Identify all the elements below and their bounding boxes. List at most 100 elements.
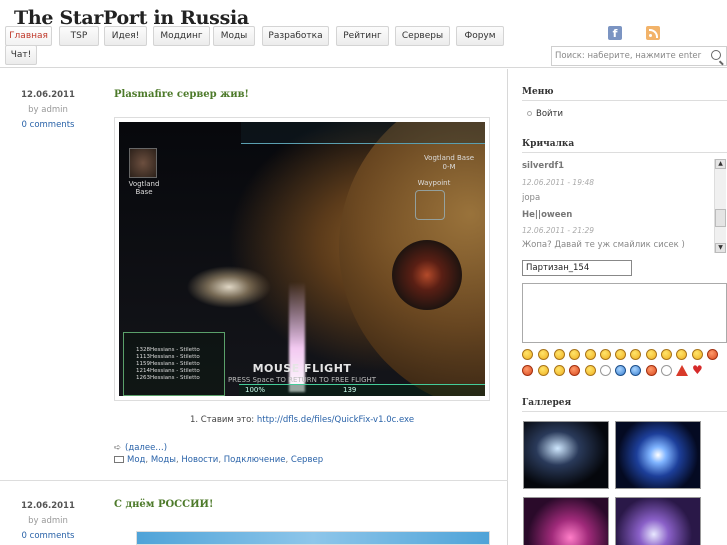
smiley-icon[interactable] [661, 349, 672, 360]
smiley-icon[interactable] [600, 349, 611, 360]
nav-rating[interactable]: Рейтинг [336, 26, 389, 46]
caption-link[interactable]: http://dfls.de/files/QuickFix-v1.0c.exe [257, 415, 414, 425]
read-more-label[interactable]: (далее…) [125, 443, 167, 453]
scroll-thumb[interactable] [715, 209, 726, 227]
mouse-flight-label: MOUSE FLIGHT [252, 362, 352, 375]
info-icon[interactable] [630, 365, 641, 376]
caption-text: 1. Ставим это: [189, 415, 257, 425]
hud-contact: 1328Hessians - Stiletto [136, 347, 200, 353]
hud-speed-percent: 100% [245, 386, 266, 394]
smiley-icon[interactable] [554, 365, 565, 376]
search-box [551, 46, 727, 66]
lightbulb-icon[interactable] [600, 365, 611, 376]
search-icon[interactable] [711, 50, 721, 60]
post-comments-link[interactable]: 0 comments [0, 531, 96, 541]
post-comments-link[interactable]: 0 comments [0, 120, 96, 130]
tag-link[interactable]: Подключение [224, 455, 286, 465]
hud-target-distance: 0-M [442, 163, 456, 171]
read-more[interactable]: ➪ (далее…) [114, 443, 167, 453]
shoutbox-messages: silverdf1 12.06.2011 - 19:48 jopa He||ow… [522, 157, 727, 253]
scroll-down-icon[interactable]: ▼ [715, 243, 726, 253]
smiley-icon[interactable] [585, 349, 596, 360]
shout-author: silverdf1 [522, 161, 565, 171]
gallery-thumbnail[interactable] [615, 421, 701, 489]
question-icon[interactable] [615, 365, 626, 376]
smiley-icon[interactable] [538, 365, 549, 376]
smiley-icon[interactable] [615, 349, 626, 360]
gallery-thumbnail[interactable] [523, 421, 609, 489]
gallery-thumbnail[interactable] [523, 497, 609, 545]
divider [522, 411, 727, 412]
nav-mods[interactable]: Моды [213, 26, 255, 46]
divider [522, 100, 727, 101]
scroll-up-icon[interactable]: ▲ [715, 159, 726, 169]
folder-icon [114, 456, 124, 463]
hud-waypoint: Waypoint [417, 179, 451, 187]
warning-icon[interactable] [676, 365, 688, 376]
gallery-title: Галлерея [522, 398, 572, 408]
post-image[interactable]: Vogtland Base Vogtland Base 0-M Waypoint… [114, 117, 490, 401]
hud-target-label: Vogtland Base [423, 154, 475, 162]
sidebar: Меню Войти Кричалка silverdf1 12.06.2011… [509, 69, 727, 545]
smiley-icon[interactable] [554, 349, 565, 360]
game-screenshot: Vogtland Base Vogtland Base 0-M Waypoint… [119, 122, 485, 396]
smiley-icon[interactable] [692, 349, 703, 360]
post-image[interactable] [136, 531, 490, 545]
nav-home[interactable]: Главная [5, 26, 52, 46]
post-author: by admin [28, 516, 68, 526]
shout-author: He||oween [522, 210, 573, 220]
nav-development[interactable]: Разработка [262, 26, 329, 46]
shoutbox-scrollbar[interactable]: ▲ ▼ [714, 159, 726, 253]
shout-message: Жопа? Давай те уж смайлик сисек ) [522, 240, 685, 250]
header: The StarPort in Russia Главная TSP Идея!… [0, 0, 727, 68]
tag-link[interactable]: Моды [151, 455, 176, 465]
target-reticle [415, 190, 445, 220]
shout-time: 12.06.2011 - 19:48 [522, 178, 595, 187]
gallery-thumbnail[interactable] [615, 497, 701, 545]
smiley-icon[interactable] [585, 365, 596, 376]
post-author: by admin [28, 105, 68, 115]
shoutbox-title: Кричалка [522, 139, 575, 149]
nav-forum[interactable]: Форум [456, 26, 504, 46]
exclamation-icon[interactable] [646, 365, 657, 376]
smiley-icon[interactable] [646, 349, 657, 360]
shout-name-input[interactable] [522, 260, 632, 276]
post-title[interactable]: С днём РОССИИ! [114, 499, 213, 510]
smiley-icon[interactable] [522, 349, 533, 360]
arrow-more-icon: ➪ [114, 443, 122, 453]
post-caption: 1. Ставим это: http://dfls.de/files/Quic… [114, 415, 490, 425]
nav-servers[interactable]: Серверы [395, 26, 450, 46]
base-portrait [129, 148, 157, 178]
nav-modding[interactable]: Моддинг [153, 26, 210, 46]
smiley-icon[interactable] [569, 365, 580, 376]
stop-icon[interactable] [661, 365, 672, 376]
nav-tsp[interactable]: TSP [59, 26, 99, 46]
smiley-icon[interactable] [522, 365, 533, 376]
bullet-icon [527, 111, 532, 116]
nav-idea[interactable]: Идея! [104, 26, 147, 46]
search-input[interactable] [555, 49, 705, 63]
enemy-ship [392, 240, 462, 310]
login-link[interactable]: Войти [527, 109, 563, 119]
heart-icon[interactable]: ♥ [692, 364, 703, 376]
hud-base-label: Vogtland Base [128, 180, 160, 196]
shout-message-input[interactable] [522, 283, 727, 343]
divider [522, 152, 727, 153]
hud-speed-value: 139 [343, 386, 357, 394]
rss-icon[interactable] [646, 26, 660, 40]
tag-link[interactable]: Мод [127, 455, 145, 465]
smiley-icon[interactable] [538, 349, 549, 360]
tag-link[interactable]: Новости [181, 455, 218, 465]
nav-chat[interactable]: Чат! [5, 45, 37, 65]
smiley-icon[interactable] [630, 349, 641, 360]
facebook-icon[interactable]: f [608, 26, 622, 40]
smiley-icon[interactable] [676, 349, 687, 360]
tag-link[interactable]: Сервер [291, 455, 323, 465]
smiley-icon[interactable] [569, 349, 580, 360]
post-date: 12.06.2011 [21, 501, 75, 511]
smiley-icon[interactable] [707, 349, 718, 360]
post-divider [0, 480, 508, 481]
post-title[interactable]: Plasmafire сервер жив! [114, 89, 249, 100]
post-tags: Мод, Моды, Новости, Подключение, Сервер [114, 455, 323, 465]
login-label[interactable]: Войти [536, 109, 563, 119]
